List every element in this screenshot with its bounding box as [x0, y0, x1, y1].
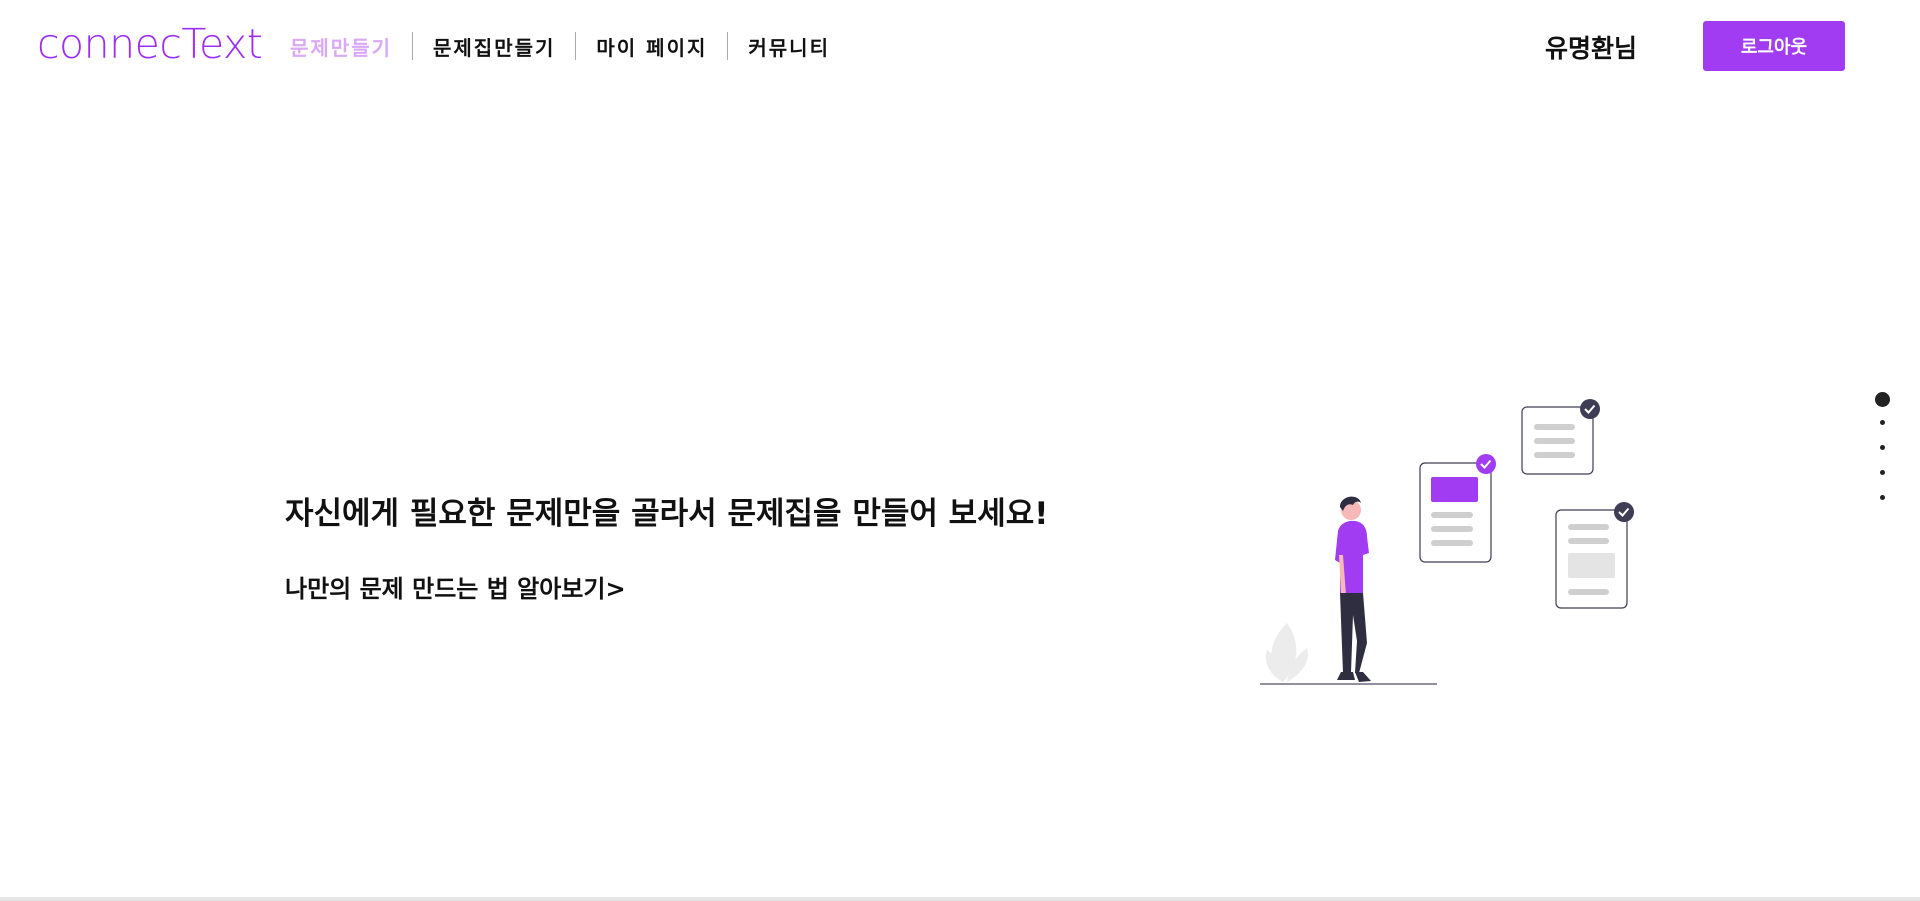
nav-item-make-workbook[interactable]: 문제집만들기: [413, 32, 575, 61]
page: connecText 문제만들기 문제집만들기 마이 페이지 커뮤니티 유명환님…: [0, 0, 1920, 901]
nav-item-community[interactable]: 커뮤니티: [728, 32, 850, 61]
pagination-dot[interactable]: [1879, 420, 1885, 425]
how-to-make-question-link[interactable]: 나만의 문제 만드는 법 알아보기>: [285, 569, 626, 604]
person-icon: [1335, 496, 1371, 682]
hero-illustration: [1260, 399, 1634, 685]
main-nav: 문제만들기 문제집만들기 마이 페이지 커뮤니티: [290, 30, 850, 62]
hero-title: 자신에게 필요한 문제만을 골라서 문제집을 만들어 보세요!: [285, 496, 1049, 532]
username: 유명환님: [1545, 34, 1638, 63]
pagination-dot[interactable]: [1879, 445, 1885, 450]
logout-button[interactable]: 로그아웃: [1703, 21, 1845, 71]
page-pagination: [1872, 392, 1892, 520]
bottom-divider: [0, 897, 1920, 901]
pagination-dot-active[interactable]: [1874, 392, 1890, 407]
nav-item-my-page[interactable]: 마이 페이지: [576, 32, 727, 61]
nav-item-make-question[interactable]: 문제만들기: [290, 32, 412, 61]
pagination-dot[interactable]: [1879, 470, 1885, 475]
pagination-dot[interactable]: [1879, 495, 1885, 500]
logo[interactable]: connecText: [37, 20, 263, 68]
document-icon: [1419, 454, 1496, 563]
top-header: connecText 문제만들기 문제집만들기 마이 페이지 커뮤니티 유명환님…: [0, 0, 1920, 92]
document-icon: [1555, 502, 1634, 609]
document-icon: [1521, 399, 1600, 475]
plant-icon: [1265, 623, 1309, 682]
